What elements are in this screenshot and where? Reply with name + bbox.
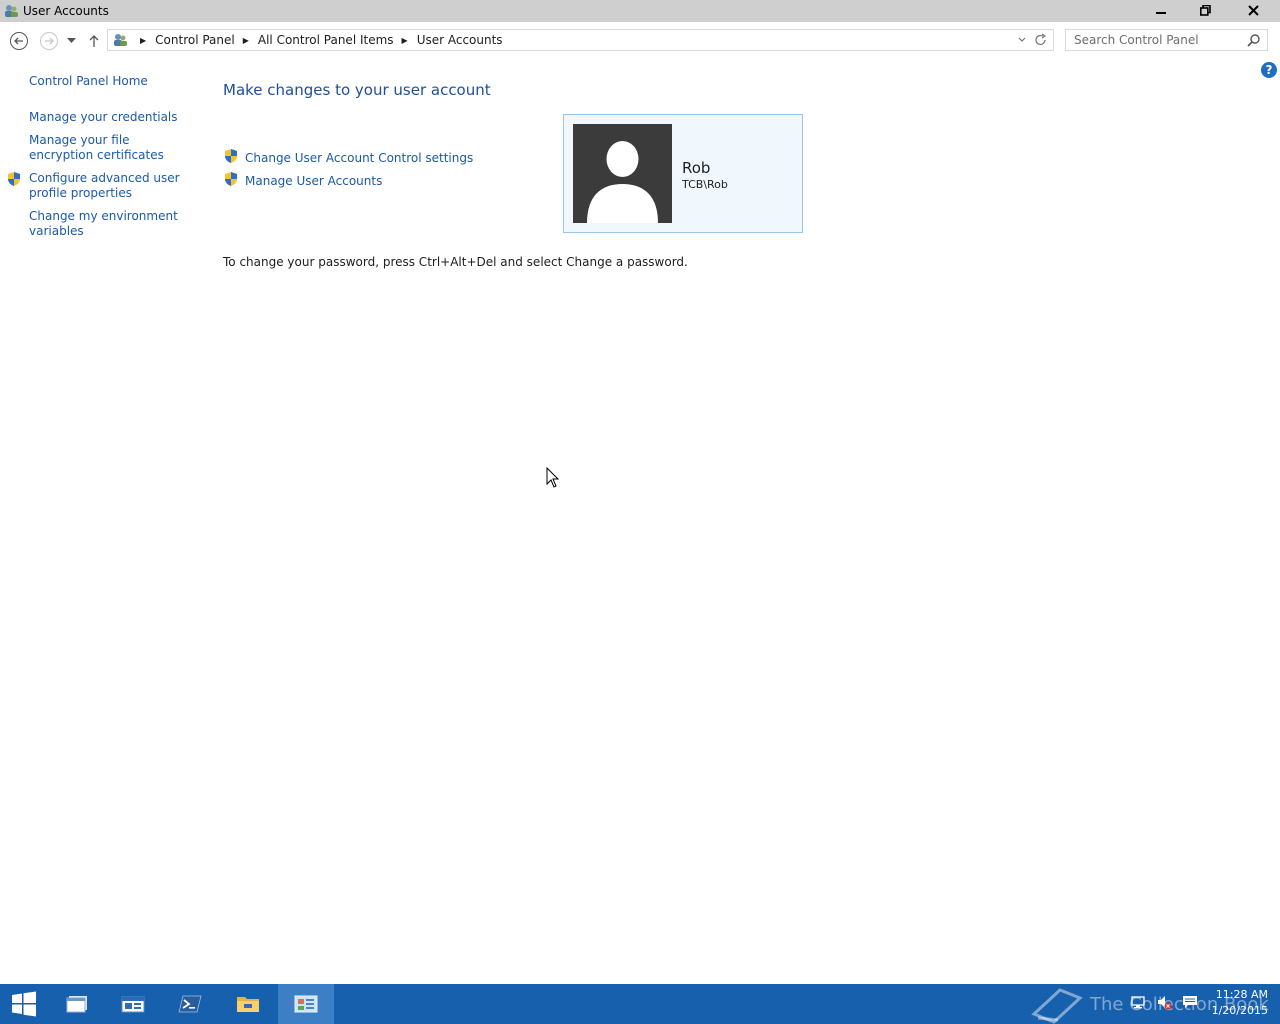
chevron-down-icon	[66, 38, 76, 43]
close-button[interactable]	[1229, 0, 1278, 20]
taskbar: The Collection Book 11:28 AM 1/20/2015	[0, 984, 1280, 1024]
folder-icon	[237, 997, 259, 1012]
windows-logo-icon	[12, 991, 36, 1017]
uac-shield-icon	[6, 171, 22, 190]
address-bar[interactable]: ▶ Control Panel ▶ All Control Panel Item…	[107, 29, 1054, 51]
recent-locations-button[interactable]	[63, 31, 79, 51]
environment-variables-link[interactable]: Change my environment variables	[29, 209, 189, 239]
search-icon[interactable]	[1247, 33, 1261, 50]
control-panel-icon	[112, 32, 128, 48]
chevron-right-icon[interactable]: ▶	[402, 36, 408, 45]
account-qualified-name: TCB\Rob	[682, 178, 728, 191]
search-box[interactable]	[1065, 29, 1268, 51]
window-icon	[66, 996, 87, 1013]
taskbar-server-manager[interactable]	[105, 984, 161, 1024]
breadcrumb-user-accounts[interactable]: User Accounts	[417, 33, 503, 47]
forward-button[interactable]	[39, 31, 59, 51]
back-arrow-icon	[10, 32, 28, 50]
account-card: Rob TCB\Rob	[563, 114, 803, 233]
powershell-icon	[178, 995, 202, 1013]
change-uac-settings-link[interactable]: Change User Account Control settings	[223, 148, 473, 167]
up-arrow-icon	[89, 35, 99, 47]
chevron-right-icon[interactable]: ▶	[243, 36, 249, 45]
control-panel-home-link[interactable]: Control Panel Home	[29, 74, 189, 89]
uac-shield-icon	[223, 171, 239, 190]
advanced-profile-properties-link[interactable]: Configure advanced user profile properti…	[29, 171, 189, 201]
taskbar-powershell[interactable]	[162, 984, 218, 1024]
forward-arrow-icon	[40, 32, 58, 50]
account-name: Rob	[682, 159, 711, 177]
breadcrumb-control-panel[interactable]: Control Panel	[155, 33, 235, 47]
task-label[interactable]: Manage User Accounts	[245, 174, 382, 188]
start-button[interactable]	[0, 984, 48, 1024]
title-bar: User Accounts	[0, 0, 1280, 22]
taskbar-file-explorer[interactable]	[220, 984, 276, 1024]
server-manager-icon	[121, 996, 145, 1013]
task-label[interactable]: Change User Account Control settings	[245, 151, 473, 165]
up-button[interactable]	[84, 31, 104, 51]
minimize-icon	[1155, 12, 1166, 14]
minimize-button[interactable]	[1138, 0, 1183, 20]
taskbar-control-panel[interactable]	[278, 984, 334, 1024]
page-title: Make changes to your user account	[223, 81, 491, 99]
help-button[interactable]: ?	[1261, 62, 1277, 78]
manage-encryption-certificates-link[interactable]: Manage your file encryption certificates	[29, 133, 189, 163]
breadcrumb-all-items[interactable]: All Control Panel Items	[258, 33, 394, 47]
chevron-down-icon	[1018, 37, 1026, 42]
uac-shield-icon	[223, 148, 239, 167]
clock-date: 1/20/2015	[1211, 1004, 1268, 1017]
network-icon[interactable]	[1130, 994, 1146, 1013]
refresh-button[interactable]	[1034, 32, 1048, 51]
manage-credentials-link[interactable]: Manage your credentials	[29, 110, 189, 125]
mouse-cursor-icon	[546, 466, 560, 491]
control-panel-icon	[294, 995, 318, 1013]
password-instructions: To change your password, press Ctrl+Alt+…	[223, 255, 688, 269]
user-accounts-icon	[3, 3, 19, 19]
breadcrumb: ▶ Control Panel ▶ All Control Panel Item…	[112, 32, 503, 48]
taskbar-window-app[interactable]	[49, 984, 105, 1024]
chevron-right-icon[interactable]: ▶	[140, 36, 146, 45]
restore-button[interactable]	[1183, 0, 1228, 20]
search-input[interactable]	[1066, 30, 1250, 50]
clock-time: 11:28 AM	[1215, 988, 1268, 1001]
book-logo-icon	[1031, 988, 1083, 1024]
default-user-icon	[587, 141, 658, 223]
avatar	[573, 124, 672, 223]
volume-muted-icon[interactable]	[1156, 994, 1172, 1013]
system-clock[interactable]: 11:28 AM 1/20/2015	[1196, 987, 1268, 1019]
address-history-dropdown[interactable]	[1017, 33, 1027, 50]
back-button[interactable]	[9, 31, 29, 51]
window-title: User Accounts	[23, 4, 109, 18]
close-icon	[1248, 4, 1259, 16]
manage-user-accounts-link[interactable]: Manage User Accounts	[223, 171, 382, 190]
restore-icon	[1200, 4, 1211, 16]
refresh-icon	[1035, 33, 1047, 46]
